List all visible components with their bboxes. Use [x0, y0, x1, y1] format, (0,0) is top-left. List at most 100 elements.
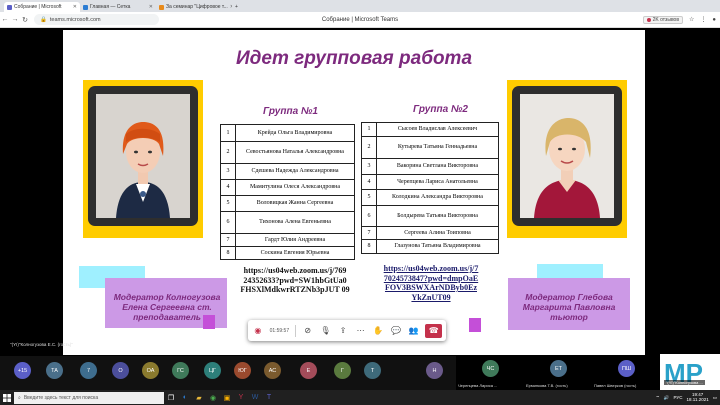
clock[interactable]: 19:47 18.11.2021	[687, 392, 709, 403]
share-screen-icon[interactable]: ⇪	[337, 326, 349, 335]
participant-name: Ерминкова Т.В. (гость)	[526, 383, 568, 388]
participant-avatar: ЕТ	[550, 360, 567, 377]
participant-avatar: ПШ	[618, 360, 635, 377]
moderator1-photo	[96, 94, 190, 218]
table-row: 7 Сергеева Алина Тоиповна	[361, 226, 499, 240]
windows-taskbar: ⌕ Введите здесь текст для поиска ❐ ◐ ▰ ◉…	[0, 390, 720, 405]
participant-avatar[interactable]: ЦГ	[204, 362, 221, 379]
edge-icon[interactable]: ◐	[178, 390, 192, 405]
teams-icon[interactable]: T	[262, 390, 276, 405]
store-icon[interactable]: ▣	[220, 390, 234, 405]
participant-avatar[interactable]: Н	[426, 362, 443, 379]
participant-avatar: ЧС	[482, 360, 499, 377]
participant-avatar[interactable]: ТА	[46, 362, 63, 379]
participants-icon[interactable]: 👥	[408, 326, 420, 335]
table-row: 8 Глазунова Татьяна Владимировна	[361, 239, 499, 254]
participant-avatar[interactable]: +15	[14, 362, 31, 379]
moderator1-label: Модератор Колногузова Елена Сергеевна ст…	[113, 292, 221, 323]
group2-zoom-link[interactable]: https://us04web.zoom.us/j/7 7024573847?p…	[371, 264, 491, 302]
table-row: 1 Сысоев Владислав Алексеевич	[361, 122, 499, 137]
participant-video-tile[interactable]: ЕТ Ерминкова Т.В. (гость)	[524, 356, 594, 390]
windows-start-button[interactable]	[0, 390, 14, 405]
more-actions-icon[interactable]: ⋯	[355, 326, 367, 335]
table-row: 2 Кутырева Татьяна Геннадьевна	[361, 136, 499, 159]
profile-icon[interactable]: ●	[712, 17, 716, 23]
chat-icon[interactable]: 💬	[390, 326, 402, 335]
participant-video-tile[interactable]: ЧС Черенцева Лариса ...	[456, 356, 526, 390]
record-icon: ◉	[254, 326, 262, 335]
window-title: Собрание | Microsoft Teams	[321, 16, 399, 23]
participant-avatar[interactable]: О	[112, 362, 129, 379]
task-view-icon[interactable]: ❐	[164, 390, 178, 405]
volume-icon[interactable]: 🔊	[664, 395, 670, 401]
tablet-device	[88, 86, 198, 226]
word-icon[interactable]: W	[248, 390, 262, 405]
teams-favicon-icon	[7, 4, 12, 10]
participant-name: Павел Шверков (гость)	[594, 383, 637, 388]
tablet-device	[512, 86, 622, 226]
participant-avatar[interactable]: АС	[264, 362, 281, 379]
camera-off-icon[interactable]: ⊘	[302, 326, 314, 335]
group2-title: Группа №2	[413, 104, 468, 115]
raise-hand-icon[interactable]: ✋	[373, 326, 385, 335]
yandex-icon[interactable]: Y	[234, 390, 248, 405]
chrome-icon[interactable]: ◉	[206, 390, 220, 405]
url-field[interactable]: 🔒 teams.microsoft.com	[34, 14, 159, 25]
self-tile-name: "(YI)"Колногузова ...	[664, 380, 705, 385]
table-row: 2 Севостьянова Наталья Александровна	[220, 141, 355, 164]
table-row: 8 Соскина Евгения Юрьевна	[220, 246, 355, 260]
decor-purple-block	[469, 318, 481, 332]
browser-tab-grid[interactable]: Главная — Сетка ✕	[80, 2, 156, 12]
table-row: 4 Черепцева Лариса Анатольевна	[361, 174, 499, 190]
mic-off-icon[interactable]: 🎙	[320, 326, 332, 335]
reload-icon[interactable]: ↻	[20, 16, 30, 24]
participant-avatar[interactable]: Г	[334, 362, 351, 379]
participant-avatar[interactable]: ОА	[142, 362, 159, 379]
meeting-control-bar: ◉ 01:59:57 ⊘ 🎙 ⇪ ⋯ ✋ 💬 👥 ☎	[248, 320, 446, 341]
left-tablet-frame	[83, 80, 203, 238]
slide-title: Идет групповая работа	[235, 48, 473, 69]
participant-avatar[interactable]: ГС	[172, 362, 189, 379]
participants-strip: +15 ТА 7 О ОА ГС ЦГ ЮГ АС Е Г Т Н ЧС Черенцева Лариса …	[0, 356, 720, 390]
table-row: 5 Колодкина Александра Викторовна	[361, 189, 499, 206]
participant-avatar[interactable]: ЮГ	[234, 362, 251, 379]
table-row: 6 Тихонова Алена Евгеньевна	[220, 211, 355, 234]
system-tray: ⌔ 🔊 РУС 19:47 18.11.2021 ▭	[656, 390, 717, 405]
back-icon[interactable]: ←	[0, 16, 10, 23]
file-explorer-icon[interactable]: ▰	[192, 390, 206, 405]
table-row: 3 Сдешева Надежда Александровна	[220, 163, 355, 180]
participant-avatar[interactable]: 7	[80, 362, 97, 379]
hang-up-icon: ☎	[428, 326, 439, 335]
presenter-label: "(YI)"Колногузова Е.С. (гость)"	[10, 342, 73, 347]
participant-avatar[interactable]: Е	[300, 362, 317, 379]
participant-name: Черенцева Лариса ...	[458, 383, 498, 388]
participant-video-tile[interactable]: ПШ Павел Шверков (гость)	[592, 356, 662, 390]
right-tablet-frame	[507, 80, 627, 238]
star-icon[interactable]: ☆	[689, 16, 694, 23]
participant-avatar[interactable]: Т	[364, 362, 381, 379]
group1-zoom-link[interactable]: https://us04web.zoom.us/j/769 24352633?p…	[235, 266, 355, 295]
taskbar-search-box[interactable]: ⌕ Введите здесь текст для поиска	[14, 391, 164, 404]
forward-icon[interactable]: →	[10, 16, 20, 23]
table-row: 6 Болдырева Татьяна Викторовна	[361, 205, 499, 227]
moderator2-photo	[520, 94, 614, 218]
search-icon: ⌕	[18, 394, 21, 401]
reviews-badge[interactable]: 2K отзывов	[642, 15, 683, 24]
group2-table: 1 Сысоев Владислав Алексеевич 2 Кутырева Т…	[361, 122, 499, 254]
new-tab-button[interactable]: +	[232, 2, 246, 12]
browser-tab-teams[interactable]: Собрание | Microsoft ✕	[4, 2, 80, 12]
table-row: 3 Вакорина Светлана Викторовна	[361, 158, 499, 175]
shared-slide: Идет групповая работа Группа №1 1 Крейда…	[63, 30, 645, 355]
close-tab-icon[interactable]: ✕	[149, 4, 153, 10]
extensions-icon[interactable]: ⋮	[700, 16, 706, 23]
lock-icon: 🔒	[40, 16, 47, 23]
table-row: 5 Воловицкая Жанна Сергеевна	[220, 195, 355, 212]
language-indicator[interactable]: РУС	[674, 395, 683, 400]
moderator2-label: Модератор Глебова Маргарита Павловна тью…	[522, 292, 616, 323]
close-tab-icon[interactable]: ✕	[73, 4, 77, 10]
browser-tab-bar: Собрание | Microsoft ✕ Главная — Сетка ✕…	[0, 0, 720, 12]
network-icon[interactable]: ⌔	[656, 395, 660, 401]
browser-tab-seminar[interactable]: За семинар "Цифровое т... ✕	[156, 2, 232, 12]
leave-call-button[interactable]: ☎	[425, 323, 443, 338]
notifications-icon[interactable]: ▭	[713, 395, 717, 401]
